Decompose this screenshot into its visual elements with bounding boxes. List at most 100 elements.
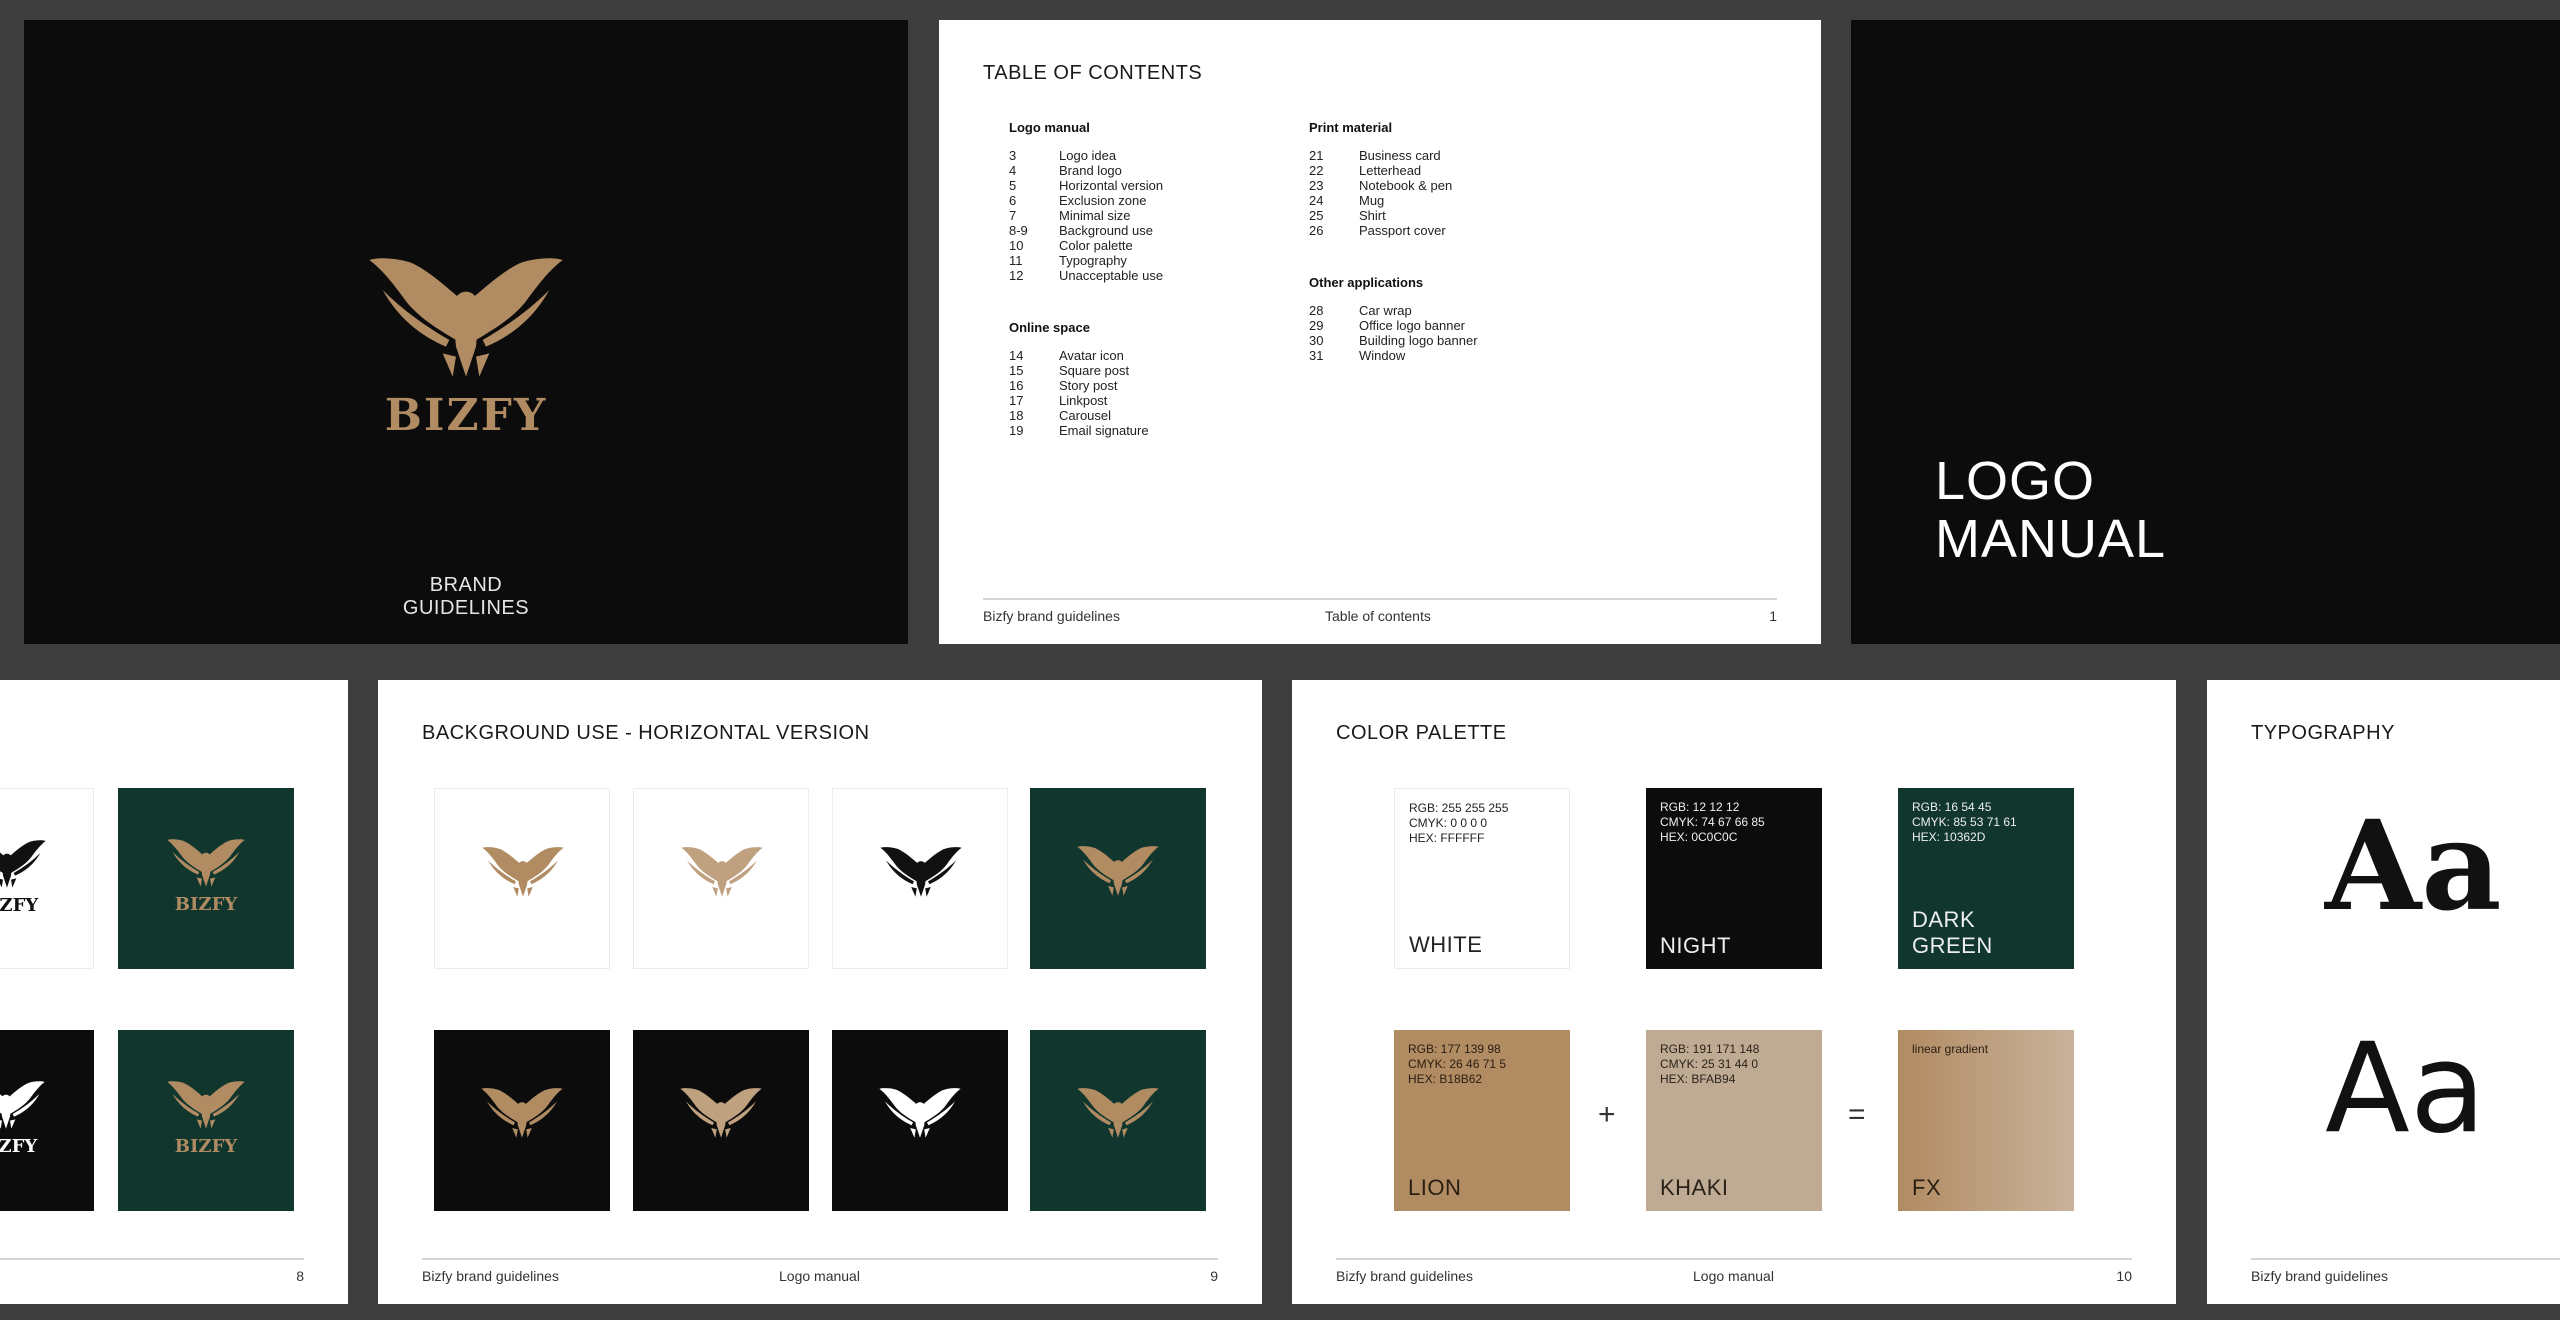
toc-item-label: Brand logo: [1059, 163, 1122, 178]
tile-brand-name: BIZFY: [174, 1136, 238, 1157]
page-number: 8: [296, 1268, 304, 1284]
eagle-logo-icon: [0, 1078, 46, 1134]
color-palette-page[interactable]: COLOR PALETTE RGB: 255 255 255 CMYK: 0 0…: [1292, 680, 2176, 1304]
swatch-rgb: RGB: 255 255 255: [1409, 801, 1509, 815]
toc-item-page: 18: [1009, 408, 1024, 423]
eagle-logo-icon: [480, 1086, 564, 1142]
toc-item-label: Notebook & pen: [1359, 178, 1453, 193]
logo-tile-night: BIZFY: [0, 1030, 94, 1211]
eagle-logo-icon: [1076, 1086, 1160, 1142]
logo-tile-night: [832, 1030, 1008, 1211]
toc-item[interactable]: 11 Typography: [1009, 253, 1209, 268]
swatch-cmyk: CMYK: 85 53 71 61: [1912, 815, 2017, 829]
toc-item[interactable]: 19 Email signature: [1009, 423, 1209, 438]
toc-item-label: Building logo banner: [1359, 333, 1478, 348]
equals-sign: =: [1848, 1098, 1866, 1131]
swatch-spec: RGB: 12 12 12 CMYK: 74 67 66 85 HEX: 0C0…: [1660, 800, 1765, 845]
toc-item-page: 10: [1009, 238, 1024, 253]
footer-left: Bizfy brand guidelines: [422, 1268, 559, 1284]
background-use-page-9[interactable]: BACKGROUND USE - HORIZONTAL VERSION Bizf…: [378, 680, 1262, 1304]
swatch-fx-gradient: linear gradient FX: [1898, 1030, 2074, 1211]
toc-item-label: Square post: [1059, 363, 1130, 378]
section-cover-page[interactable]: LOGO MANUAL: [1851, 20, 2560, 644]
toc-item[interactable]: 6 Exclusion zone: [1009, 193, 1209, 208]
swatch-night: RGB: 12 12 12 CMYK: 74 67 66 85 HEX: 0C0…: [1646, 788, 1822, 969]
footer-left: Bizfy brand guidelines: [983, 608, 1120, 624]
serif-font-sample: Aa: [2325, 794, 2502, 939]
eagle-logo-icon: [679, 1086, 763, 1142]
toc-item-page: 22: [1309, 163, 1324, 178]
toc-item[interactable]: 22 Letterhead: [1309, 163, 1509, 178]
toc-item[interactable]: 7 Minimal size: [1009, 208, 1209, 223]
toc-item[interactable]: 15 Square post: [1009, 363, 1209, 378]
cover-page[interactable]: BIZFY BRAND GUIDELINES: [24, 20, 908, 644]
swatch-name: NIGHT: [1660, 933, 1731, 958]
toc-item[interactable]: 10 Color palette: [1009, 238, 1209, 253]
toc-item-label: Window: [1359, 348, 1406, 363]
toc-item[interactable]: 8-9 Background use: [1009, 223, 1209, 238]
toc-page[interactable]: TABLE OF CONTENTS Logo manual 3 Logo idea…: [939, 20, 1821, 644]
toc-item-page: 29: [1309, 318, 1324, 333]
toc-item[interactable]: 16 Story post: [1009, 378, 1209, 393]
toc-item-page: 12: [1009, 268, 1024, 283]
toc-item[interactable]: 3 Logo idea: [1009, 148, 1209, 163]
eagle-logo-icon: [1076, 844, 1160, 900]
toc-item-page: 21: [1309, 148, 1324, 163]
toc-item-page: 24: [1309, 193, 1324, 208]
toc-item-page: 25: [1309, 208, 1324, 223]
toc-item-page: 15: [1009, 363, 1024, 378]
footer-divider: [983, 598, 1777, 600]
page-title: BACKGROUND USE - HORIZONTAL VERSION: [422, 722, 870, 744]
toc-item[interactable]: 14 Avatar icon: [1009, 348, 1209, 363]
toc-item[interactable]: 24 Mug: [1309, 193, 1509, 208]
logo-tile-green: [1030, 1030, 1206, 1211]
swatch-name: LION: [1408, 1175, 1462, 1200]
background-use-page-8[interactable]: BIZFY BIZFY BIZFY BIZFY 8: [0, 680, 348, 1304]
toc-item-label: Business card: [1359, 148, 1441, 163]
logo-tile-green: BIZFY: [118, 788, 294, 969]
swatch-name-line2: GREEN: [1912, 933, 1993, 958]
toc-item-label: Carousel: [1059, 408, 1112, 423]
toc-item-label: Letterhead: [1359, 163, 1422, 178]
toc-item[interactable]: 17 Linkpost: [1009, 393, 1209, 408]
section-title-line2: MANUAL: [1935, 509, 2167, 569]
swatch-rgb: RGB: 177 139 98: [1408, 1042, 1501, 1056]
toc-item-label: Passport cover: [1359, 223, 1446, 238]
toc-item-page: 17: [1009, 393, 1024, 408]
toc-item-label: Email signature: [1059, 423, 1149, 438]
toc-item[interactable]: 30 Building logo banner: [1309, 333, 1509, 348]
footer-center: Logo manual: [1693, 1268, 1774, 1284]
swatch-hex: HEX: B18B62: [1408, 1072, 1483, 1086]
footer-left: Bizfy brand guidelines: [1336, 1268, 1473, 1284]
page-number: 10: [2116, 1268, 2132, 1284]
toc-item[interactable]: 25 Shirt: [1309, 208, 1509, 223]
page-title: TABLE OF CONTENTS: [983, 62, 1203, 84]
toc-item[interactable]: 12 Unacceptable use: [1009, 268, 1209, 283]
swatch-name: WHITE: [1409, 932, 1483, 957]
toc-item-label: Avatar icon: [1059, 348, 1124, 363]
toc-item-page: 19: [1009, 423, 1024, 438]
toc-item-label: Typography: [1059, 253, 1127, 268]
footer-center: Table of contents: [1325, 608, 1431, 624]
toc-item[interactable]: 29 Office logo banner: [1309, 318, 1509, 333]
toc-item[interactable]: 26 Passport cover: [1309, 223, 1509, 238]
toc-item-label: Mug: [1359, 193, 1385, 208]
toc-item[interactable]: 5 Horizontal version: [1009, 178, 1209, 193]
swatch-name: FX: [1912, 1175, 1942, 1200]
toc-item[interactable]: 18 Carousel: [1009, 408, 1209, 423]
eagle-logo-icon: [680, 845, 764, 901]
footer-left: Bizfy brand guidelines: [2251, 1268, 2388, 1284]
eagle-logo-icon: [166, 1078, 246, 1134]
toc-item[interactable]: 4 Brand logo: [1009, 163, 1209, 178]
toc-item[interactable]: 28 Car wrap: [1309, 303, 1509, 318]
toc-item[interactable]: 23 Notebook & pen: [1309, 178, 1509, 193]
toc-item[interactable]: 31 Window: [1309, 348, 1509, 363]
eagle-logo-icon: [0, 837, 47, 893]
swatch-spec: linear gradient: [1912, 1042, 1989, 1056]
toc-item-page: 5: [1009, 178, 1017, 193]
toc-section-heading: Logo manual: [1009, 120, 1090, 135]
swatch-spec: RGB: 255 255 255 CMYK: 0 0 0 0 HEX: FFFF…: [1409, 801, 1508, 846]
typography-page[interactable]: TYPOGRAPHY Aa Aa Bizfy brand guidelines: [2207, 680, 2560, 1304]
toc-item[interactable]: 21 Business card: [1309, 148, 1509, 163]
swatch-lion: RGB: 177 139 98 CMYK: 26 46 71 5 HEX: B1…: [1394, 1030, 1570, 1211]
